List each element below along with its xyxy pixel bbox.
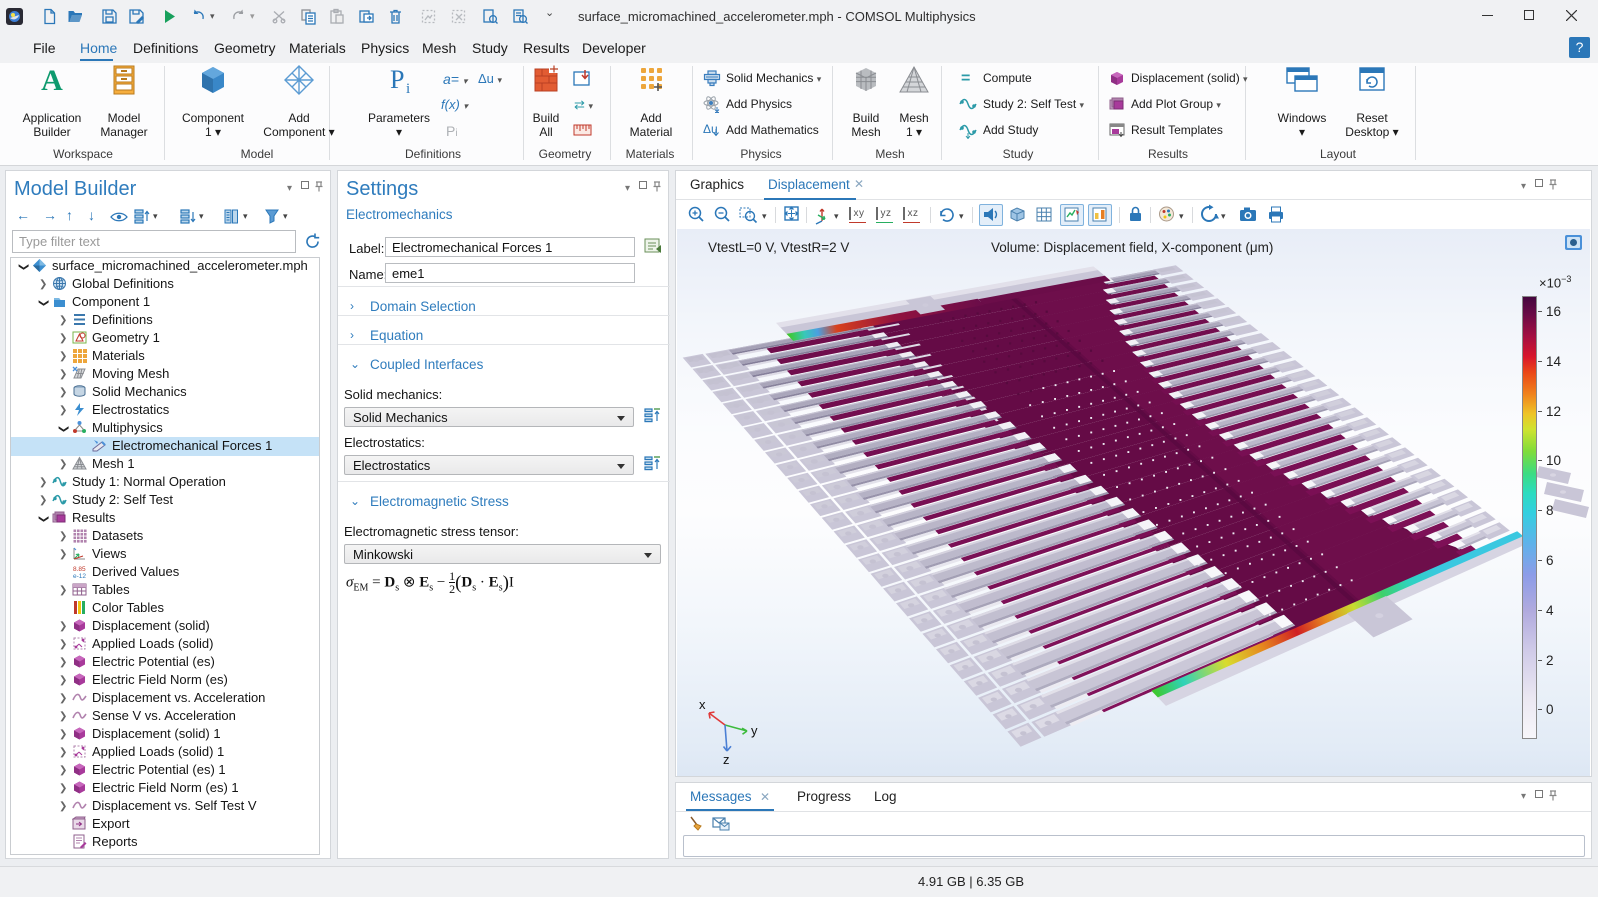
svg-text:A: A [41, 64, 63, 97]
svg-text:e-12: e-12 [73, 573, 86, 579]
svg-text:z: z [723, 752, 730, 767]
svg-text:y: y [751, 723, 758, 738]
svg-text:P: P [390, 65, 404, 94]
svg-text:8.85: 8.85 [73, 566, 86, 573]
svg-text:Δu: Δu [703, 122, 718, 136]
svg-text:x: x [699, 697, 706, 712]
svg-text:i: i [406, 81, 410, 97]
